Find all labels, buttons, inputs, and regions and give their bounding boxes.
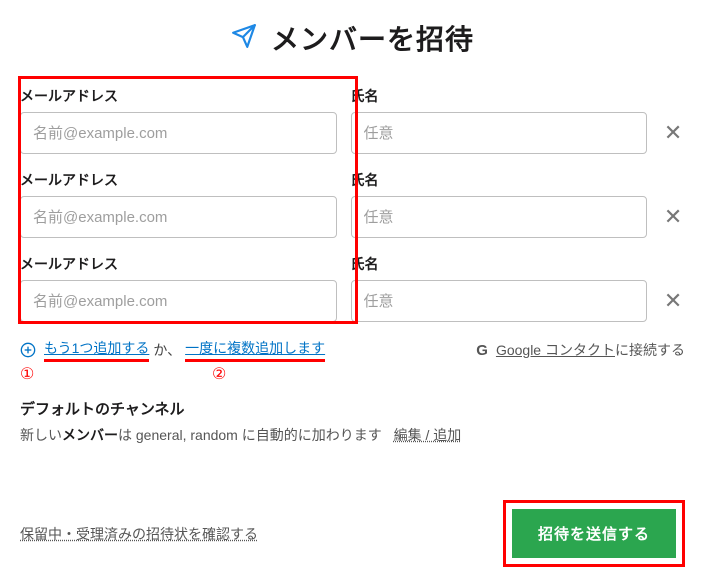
name-input[interactable] <box>351 280 648 322</box>
plus-circle-icon <box>20 342 36 358</box>
name-input[interactable] <box>351 196 648 238</box>
email-input[interactable] <box>20 112 337 154</box>
email-label: メールアドレス <box>20 254 337 274</box>
add-many-link[interactable]: 一度に複数追加します <box>185 338 325 362</box>
invite-row: メールアドレス 氏名 ✕ <box>20 86 685 154</box>
email-input[interactable] <box>20 280 337 322</box>
google-contacts-link[interactable]: Google コンタクト <box>496 342 615 358</box>
name-input[interactable] <box>351 112 648 154</box>
email-label: メールアドレス <box>20 86 337 106</box>
remove-row-icon[interactable]: ✕ <box>661 204 685 238</box>
page-title-row: メンバーを招待 <box>20 18 685 58</box>
remove-row-icon[interactable]: ✕ <box>661 288 685 322</box>
name-label: 氏名 <box>351 254 648 274</box>
google-connect: G Google コンタクトに接続する <box>476 340 685 360</box>
footer: 保留中・受理済みの招待状を確認する 招待を送信する <box>20 500 685 567</box>
add-one-link[interactable]: もう1つ追加する <box>44 338 149 362</box>
links-row: もう1つ追加する か、 一度に複数追加します G Google コンタクトに接続… <box>20 338 685 362</box>
default-channel-desc: 新しいメンバーは general, random に自動的に加わります 編集 /… <box>20 425 685 445</box>
email-label: メールアドレス <box>20 170 337 190</box>
default-channel-title: デフォルトのチャンネル <box>20 398 685 419</box>
remove-row-icon[interactable]: ✕ <box>661 120 685 154</box>
annotation-number-2: ② <box>212 364 226 384</box>
paper-plane-icon <box>231 23 257 54</box>
google-icon: G <box>476 342 488 359</box>
page-title: メンバーを招待 <box>271 18 474 58</box>
send-invite-button[interactable]: 招待を送信する <box>512 509 676 558</box>
or-text: か、 <box>153 340 181 360</box>
invite-row: メールアドレス 氏名 ✕ <box>20 170 685 238</box>
invite-fields: メールアドレス 氏名 ✕ メールアドレス 氏名 ✕ メールアドレス <box>20 86 685 322</box>
name-label: 氏名 <box>351 86 648 106</box>
email-input[interactable] <box>20 196 337 238</box>
name-label: 氏名 <box>351 170 648 190</box>
edit-channels-link[interactable]: 編集 / 追加 <box>394 427 462 443</box>
pending-invites-link[interactable]: 保留中・受理済みの招待状を確認する <box>20 524 258 544</box>
invite-row: メールアドレス 氏名 ✕ <box>20 254 685 322</box>
annotation-highlight-send: 招待を送信する <box>503 500 685 567</box>
google-suffix: に接続する <box>615 342 685 358</box>
annotation-number-1: ① <box>20 364 34 384</box>
